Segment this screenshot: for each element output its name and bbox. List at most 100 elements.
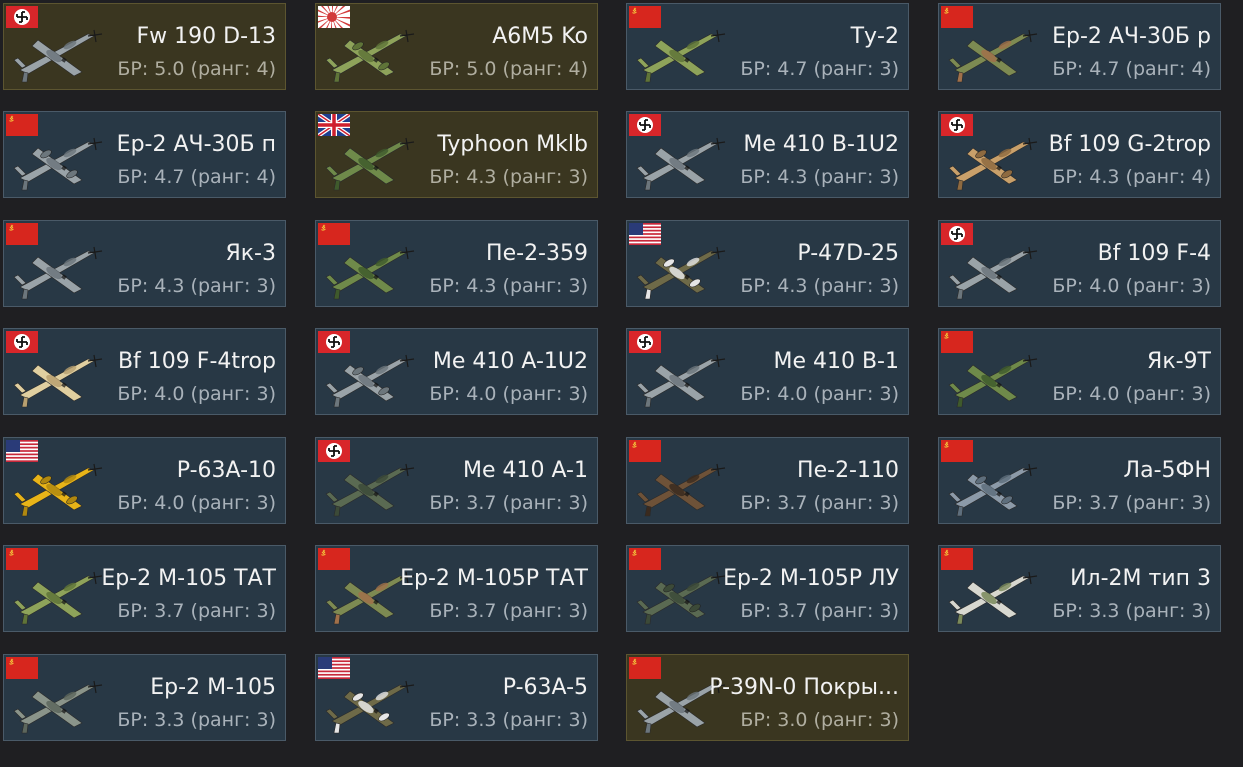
vehicle-card[interactable]: Ер-2 М-105 БР: 3.3 (ранг: 3) [3, 654, 286, 741]
japan-flag-icon [316, 4, 372, 57]
vehicle-name: Пе-2-110 [797, 458, 899, 483]
ussr-flag-icon [941, 331, 973, 353]
battle-rating: БР: 4.7 (ранг: 3) [740, 58, 899, 80]
vehicle-card[interactable]: Ил-2М тип 3 БР: 3.3 (ранг: 3) [938, 545, 1221, 632]
battle-rating: БР: 4.3 (ранг: 3) [740, 166, 899, 188]
vehicle-card[interactable]: Typhoon Mklb БР: 4.3 (ранг: 3) [315, 111, 598, 198]
battle-rating: БР: 4.0 (ранг: 3) [117, 383, 276, 405]
vehicle-name: Ер-2 АЧ-30Б р [1052, 24, 1211, 49]
uk-flag-icon [316, 112, 352, 138]
battle-rating: БР: 3.7 (ранг: 3) [429, 600, 588, 622]
battle-rating: БР: 3.7 (ранг: 3) [429, 492, 588, 514]
vehicle-name: P-39N-0 Покры... [709, 675, 899, 700]
vehicle-card[interactable]: Me 410 A-1 БР: 3.7 (ранг: 3) [315, 437, 598, 524]
vehicle-card[interactable]: Bf 109 F-4trop БР: 4.0 (ранг: 3) [3, 328, 286, 415]
vehicle-card[interactable]: Ла-5ФН БР: 3.7 (ранг: 3) [938, 437, 1221, 524]
vehicle-name: Fw 190 D-13 [136, 24, 277, 49]
vehicle-card[interactable]: Me 410 B-1U2 БР: 4.3 (ранг: 3) [626, 111, 909, 198]
vehicle-card[interactable]: P-63A-5 БР: 3.3 (ранг: 3) [315, 654, 598, 741]
battle-rating: БР: 4.0 (ранг: 3) [740, 383, 899, 405]
vehicle-card[interactable]: Me 410 B-1 БР: 4.0 (ранг: 3) [626, 328, 909, 415]
vehicle-card[interactable]: Ер-2 М-105Р ТАТ БР: 3.7 (ранг: 3) [315, 545, 598, 632]
battle-rating: БР: 4.3 (ранг: 3) [117, 275, 276, 297]
ussr-flag-icon [6, 548, 38, 570]
ussr-flag-icon [318, 223, 350, 245]
vehicle-name: Ер-2 М-105Р ТАТ [400, 566, 588, 591]
battle-rating: БР: 4.0 (ранг: 3) [1052, 383, 1211, 405]
battle-rating: БР: 5.0 (ранг: 4) [429, 58, 588, 80]
usa-flag-icon [318, 657, 350, 680]
vehicle-name: Пе-2-359 [486, 241, 588, 266]
vehicle-name: Як-3 [225, 241, 276, 266]
vehicle-name: P-47D-25 [797, 241, 899, 266]
germany-flag-icon [941, 114, 973, 136]
vehicle-name: Ил-2М тип 3 [1070, 566, 1211, 591]
vehicle-name: Me 410 B-1 [773, 349, 899, 374]
vehicle-name: Як-9Т [1147, 349, 1211, 374]
battle-rating: БР: 4.3 (ранг: 4) [1052, 166, 1211, 188]
vehicle-name: Ер-2 М-105Р ЛУ [723, 566, 899, 591]
battle-rating: БР: 3.7 (ранг: 3) [740, 600, 899, 622]
vehicle-card[interactable]: Ер-2 М-105Р ЛУ БР: 3.7 (ранг: 3) [626, 545, 909, 632]
vehicle-card[interactable]: P-47D-25 БР: 4.3 (ранг: 3) [626, 220, 909, 307]
ussr-flag-icon [941, 6, 973, 28]
vehicle-name: Bf 109 F-4 [1097, 241, 1211, 266]
battle-rating: БР: 5.0 (ранг: 4) [117, 58, 276, 80]
battle-rating: БР: 4.3 (ранг: 3) [429, 275, 588, 297]
germany-flag-icon [318, 331, 350, 353]
ussr-flag-icon [6, 223, 38, 245]
usa-flag-icon [629, 223, 661, 246]
vehicle-name: Me 410 A-1U2 [432, 349, 588, 374]
ussr-flag-icon [318, 548, 350, 570]
vehicle-name: Typhoon Mklb [437, 132, 588, 157]
ussr-flag-icon [941, 440, 973, 462]
vehicle-card[interactable]: Ер-2 М-105 ТАТ БР: 3.7 (ранг: 3) [3, 545, 286, 632]
vehicle-grid: Fw 190 D-13 БР: 5.0 (ранг: 4) A6M5 Ko БР: 5… [3, 3, 1243, 767]
ussr-flag-icon [629, 657, 661, 679]
vehicle-name: Ер-2 М-105 ТАТ [101, 566, 276, 591]
vehicle-card[interactable]: Ер-2 АЧ-30Б р БР: 4.7 (ранг: 4) [938, 3, 1221, 90]
ussr-flag-icon [941, 548, 973, 570]
battle-rating: БР: 3.3 (ранг: 3) [117, 709, 276, 731]
battle-rating: БР: 3.7 (ранг: 3) [117, 600, 276, 622]
usa-flag-icon [6, 440, 38, 463]
germany-flag-icon [6, 331, 38, 353]
vehicle-card[interactable]: Як-9Т БР: 4.0 (ранг: 3) [938, 328, 1221, 415]
vehicle-card[interactable]: Пе-2-359 БР: 4.3 (ранг: 3) [315, 220, 598, 307]
vehicle-card[interactable]: P-63A-10 БР: 4.0 (ранг: 3) [3, 437, 286, 524]
ussr-flag-icon [629, 6, 661, 28]
battle-rating: БР: 4.7 (ранг: 4) [1052, 58, 1211, 80]
vehicle-card[interactable]: Bf 109 G-2trop БР: 4.3 (ранг: 4) [938, 111, 1221, 198]
vehicle-name: Bf 109 G-2trop [1048, 132, 1211, 157]
vehicle-name: Bf 109 F-4trop [117, 349, 276, 374]
vehicle-card[interactable]: Bf 109 F-4 БР: 4.0 (ранг: 3) [938, 220, 1221, 307]
battle-rating: БР: 4.3 (ранг: 3) [429, 166, 588, 188]
ussr-flag-icon [6, 114, 38, 136]
battle-rating: БР: 3.7 (ранг: 3) [1052, 492, 1211, 514]
vehicle-name: P-63A-10 [176, 458, 276, 483]
ussr-flag-icon [6, 657, 38, 679]
vehicle-card[interactable]: Me 410 A-1U2 БР: 4.0 (ранг: 3) [315, 328, 598, 415]
vehicle-name: Ер-2 АЧ-30Б п [116, 132, 276, 157]
battle-rating: БР: 4.3 (ранг: 3) [740, 275, 899, 297]
ussr-flag-icon [629, 548, 661, 570]
vehicle-card[interactable]: Fw 190 D-13 БР: 5.0 (ранг: 4) [3, 3, 286, 90]
vehicle-card[interactable]: Ер-2 АЧ-30Б п БР: 4.7 (ранг: 4) [3, 111, 286, 198]
battle-rating: БР: 3.3 (ранг: 3) [429, 709, 588, 731]
vehicle-card[interactable]: P-39N-0 Покры... БР: 3.0 (ранг: 3) [626, 654, 909, 741]
vehicle-name: Me 410 B-1U2 [743, 132, 899, 157]
ussr-flag-icon [629, 440, 661, 462]
vehicle-card[interactable]: A6M5 Ko БР: 5.0 (ранг: 4) [315, 3, 598, 90]
battle-rating: БР: 3.7 (ранг: 3) [740, 492, 899, 514]
vehicle-name: Me 410 A-1 [463, 458, 588, 483]
vehicle-name: A6M5 Ko [492, 24, 588, 49]
vehicle-name: Ла-5ФН [1123, 458, 1211, 483]
vehicle-card[interactable]: Як-3 БР: 4.3 (ранг: 3) [3, 220, 286, 307]
germany-flag-icon [318, 440, 350, 462]
germany-flag-icon [6, 6, 38, 28]
battle-rating: БР: 4.0 (ранг: 3) [117, 492, 276, 514]
vehicle-card[interactable]: Пе-2-110 БР: 3.7 (ранг: 3) [626, 437, 909, 524]
battle-rating: БР: 3.3 (ранг: 3) [1052, 600, 1211, 622]
vehicle-card[interactable]: Ту-2 БР: 4.7 (ранг: 3) [626, 3, 909, 90]
germany-flag-icon [629, 331, 661, 353]
